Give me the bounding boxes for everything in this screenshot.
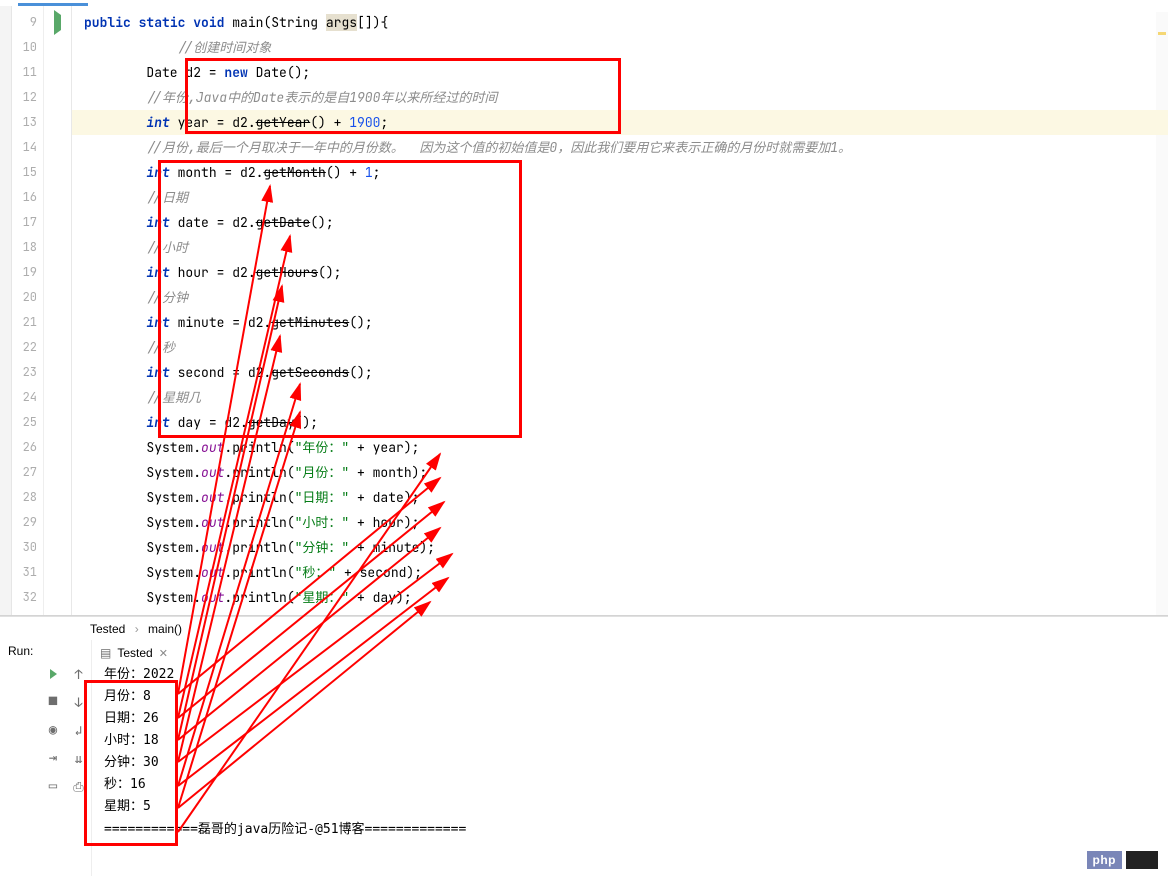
code-line-13[interactable]: int year = d2.getYear() + 1900; (84, 110, 1168, 135)
code-line-22[interactable]: //秒 (84, 335, 1168, 360)
up-icon[interactable]: ↑ (71, 666, 87, 682)
code-line-23[interactable]: int second = d2.getSeconds(); (84, 360, 1168, 385)
watermark-tail (1126, 851, 1158, 869)
layout-icon[interactable]: ▭ (45, 778, 61, 794)
output-line-3: 小时：18 (92, 730, 1168, 752)
run-label: Run: (0, 640, 40, 876)
output-line-0: 年份：2022 (92, 664, 1168, 686)
code-line-21[interactable]: int minute = d2.getMinutes(); (84, 310, 1168, 335)
output-line-5: 秒：16 (92, 774, 1168, 796)
run-tab[interactable]: ▤ Tested ✕ (92, 646, 176, 660)
code-line-11[interactable]: Date d2 = new Date(); (84, 60, 1168, 85)
run-tab-label: Tested (117, 646, 152, 660)
gutter-marks[interactable] (44, 6, 72, 615)
breadcrumb-class[interactable]: Tested (90, 622, 125, 636)
run-toolbar-2[interactable]: ↑ ↓ ↲ ⇊ ⎙ (66, 640, 92, 876)
camera-icon[interactable]: ◉ (45, 722, 61, 738)
close-icon[interactable]: ✕ (159, 647, 168, 660)
left-tool-rail[interactable] (0, 6, 12, 615)
run-panel: Run: ■ ◉ ⇥ ▭ ↑ ↓ ↲ ⇊ ⎙ ▤ Tested ✕ 年份：202… (0, 640, 1168, 876)
line-numbers[interactable]: 9101112131415161718192021222324252627282… (12, 6, 44, 615)
code-line-18[interactable]: //小时 (84, 235, 1168, 260)
php-watermark: php (1087, 851, 1123, 869)
gutter-run-icon[interactable] (54, 10, 61, 35)
code-line-30[interactable]: System.out.println("分钟：" + minute); (84, 535, 1168, 560)
code-line-32[interactable]: System.out.println("星期：" + day); (84, 585, 1168, 610)
code-line-16[interactable]: //日期 (84, 185, 1168, 210)
wrap-icon[interactable]: ↲ (71, 722, 87, 738)
run-output[interactable]: ▤ Tested ✕ 年份：2022月份：8日期：26小时：18分钟：30秒：1… (92, 640, 1168, 876)
breadcrumb-method[interactable]: main() (148, 622, 182, 636)
editor-main: 9101112131415161718192021222324252627282… (0, 6, 1168, 616)
code-line-24[interactable]: //星期几 (84, 385, 1168, 410)
output-line-1: 月份：8 (92, 686, 1168, 708)
code-line-26[interactable]: System.out.println("年份：" + year); (84, 435, 1168, 460)
print-icon[interactable]: ⎙ (71, 778, 87, 794)
code-line-20[interactable]: //分钟 (84, 285, 1168, 310)
scroll-icon[interactable]: ⇊ (71, 750, 87, 766)
code-line-28[interactable]: System.out.println("日期：" + date); (84, 485, 1168, 510)
output-line-2: 日期：26 (92, 708, 1168, 730)
output-line-6: 星期：5 (92, 796, 1168, 818)
code-line-25[interactable]: int day = d2.getDay(); (84, 410, 1168, 435)
code-line-29[interactable]: System.out.println("小时：" + hour); (84, 510, 1168, 535)
code-line-9[interactable]: public static void main(String args[]){ (84, 10, 1168, 35)
gutter: 9101112131415161718192021222324252627282… (12, 6, 72, 615)
code-line-14[interactable]: //月份,最后一个月取决于一年中的月份数。 因为这个值的初始值是0，因此我们要用… (84, 135, 1168, 160)
code-line-15[interactable]: int month = d2.getMonth() + 1; (84, 160, 1168, 185)
code-editor[interactable]: public static void main(String args[]){ … (72, 6, 1168, 615)
down-icon[interactable]: ↓ (71, 694, 87, 710)
stop-icon[interactable]: ■ (45, 694, 61, 710)
code-line-12[interactable]: //年份,Java中的Date表示的是自1900年以来所经过的时间 (84, 85, 1168, 110)
code-line-19[interactable]: int hour = d2.getHours(); (84, 260, 1168, 285)
code-line-27[interactable]: System.out.println("月份：" + month); (84, 460, 1168, 485)
run-tab-row: ▤ Tested ✕ (92, 642, 1168, 664)
breadcrumb-sep: › (135, 622, 139, 636)
run-label-text: Run: (8, 644, 33, 658)
code-line-17[interactable]: int date = d2.getDate(); (84, 210, 1168, 235)
run-icon[interactable] (45, 666, 61, 682)
breadcrumb[interactable]: Tested › main() (0, 616, 1168, 640)
code-line-10[interactable]: //创建时间对象 (84, 35, 1168, 60)
output-footer: ============磊哥的java历险记-@51博客============… (92, 818, 1168, 837)
run-toolbar-1[interactable]: ■ ◉ ⇥ ▭ (40, 640, 66, 876)
exit-icon[interactable]: ⇥ (45, 750, 61, 766)
output-line-4: 分钟：30 (92, 752, 1168, 774)
code-line-31[interactable]: System.out.println("秒：" + second); (84, 560, 1168, 585)
